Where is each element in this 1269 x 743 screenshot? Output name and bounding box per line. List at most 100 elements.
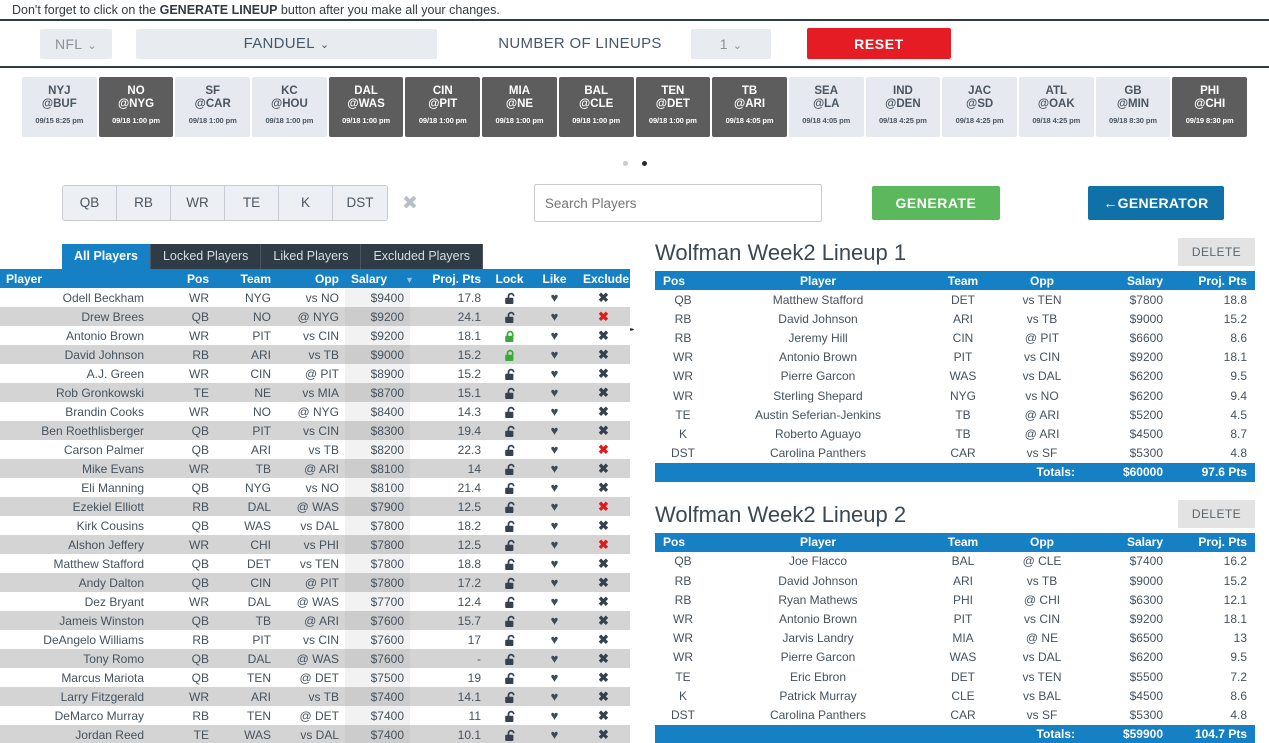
lock-icon[interactable] [503,424,517,437]
table-row[interactable]: David Johnson RB ARI vs TB $9000 15.2 ♥ ✖ [0,345,630,364]
cell-lock[interactable] [487,307,532,326]
generate-button[interactable]: GENERATE [871,186,1000,220]
lineup-count-select[interactable]: 1 ⌄ [691,28,771,59]
cell-lock[interactable] [487,421,532,440]
heart-icon[interactable]: ♥ [551,690,559,703]
tab-locked-players[interactable]: Locked Players [150,244,262,269]
close-icon[interactable]: ✖ [598,367,609,380]
cell-like[interactable]: ♥ [532,288,577,307]
cell-lock[interactable] [487,516,532,535]
cell-lock[interactable] [487,383,532,402]
game-tile[interactable]: GB @MIN 09/18 8:30 pm [1095,77,1171,137]
close-icon[interactable]: ✖ [598,519,609,532]
close-icon[interactable]: ✖ [598,595,609,608]
close-icon[interactable]: ✖ [598,728,609,741]
lock-icon[interactable] [503,405,517,418]
cell-exclude[interactable]: ✖ [577,497,630,516]
lock-icon[interactable] [503,500,517,513]
cell-exclude[interactable]: ✖ [577,383,630,402]
cell-like[interactable]: ♥ [532,402,577,421]
cell-exclude[interactable]: ✖ [577,402,630,421]
heart-icon[interactable]: ♥ [551,310,559,323]
heart-icon[interactable]: ♥ [551,424,559,437]
table-row[interactable]: Carson Palmer QB ARI vs TB $8200 22.3 ♥ ✖ [0,440,630,459]
position-filter-k[interactable]: K [279,186,333,220]
table-row[interactable]: Dez Bryant WR DAL @ WAS $7700 12.4 ♥ ✖ [0,592,630,611]
cell-like[interactable]: ♥ [532,649,577,668]
lock-icon[interactable] [503,443,517,456]
cell-exclude[interactable]: ✖ [577,516,630,535]
game-tile[interactable]: SF @CAR 09/18 1:00 pm [175,77,251,137]
heart-icon[interactable]: ♥ [551,481,559,494]
search-input[interactable] [533,184,822,222]
cell-exclude[interactable]: ✖ [577,554,630,573]
cell-exclude[interactable]: ✖ [577,725,630,743]
cell-lock[interactable] [487,364,532,383]
cell-lock[interactable] [487,478,532,497]
heart-icon[interactable]: ♥ [551,576,559,589]
table-row[interactable]: DeAngelo Williams RB PIT vs CIN $7600 17 ♥ ✖ [0,630,630,649]
heart-icon[interactable]: ♥ [551,462,559,475]
lock-icon[interactable] [503,576,517,589]
heart-icon[interactable]: ♥ [551,500,559,513]
game-tile[interactable]: MIA @NE 09/18 1:00 pm [482,77,557,137]
cell-lock[interactable] [487,345,532,364]
close-icon[interactable]: ✖ [598,690,609,703]
col-pos[interactable]: Pos [150,269,215,288]
cell-exclude[interactable]: ✖ [577,440,630,459]
cell-exclude[interactable]: ✖ [577,649,630,668]
cell-like[interactable]: ♥ [532,478,577,497]
heart-icon[interactable]: ♥ [551,405,559,418]
lock-icon[interactable] [503,386,517,399]
table-row[interactable]: Andy Dalton QB CIN @ PIT $7800 17.2 ♥ ✖ [0,573,630,592]
close-icon[interactable]: ✖ [598,462,609,475]
cell-like[interactable]: ♥ [532,573,577,592]
close-icon[interactable]: ✖ [598,329,609,342]
lock-icon[interactable] [503,348,517,361]
close-icon[interactable]: ✖ [598,348,609,361]
position-filter-te[interactable]: TE [225,186,279,220]
cell-lock[interactable] [487,459,532,478]
position-filter-rb[interactable]: RB [117,186,171,220]
cell-exclude[interactable]: ✖ [577,611,630,630]
cell-like[interactable]: ♥ [532,592,577,611]
position-filter-wr[interactable]: WR [171,186,225,220]
table-row[interactable]: Marcus Mariota QB TEN @ DET $7500 19 ♥ ✖ [0,668,630,687]
cell-lock[interactable] [487,649,532,668]
table-row[interactable]: Eli Manning QB NYG vs NO $8100 21.4 ♥ ✖ [0,478,630,497]
heart-icon[interactable]: ♥ [551,519,559,532]
cell-exclude[interactable]: ✖ [577,592,630,611]
cell-exclude[interactable]: ✖ [577,535,630,554]
cell-exclude[interactable]: ✖ [577,687,630,706]
close-icon[interactable]: ✖ [598,633,609,646]
col-like[interactable]: Like [532,269,577,288]
close-icon[interactable]: ✖ [598,671,609,684]
game-tile[interactable]: KC @HOU 09/18 1:00 pm [252,77,327,137]
cell-exclude[interactable]: ✖ [577,630,630,649]
cell-exclude[interactable]: ✖ [577,345,630,364]
table-row[interactable]: Brandin Cooks WR NO @ NYG $8400 14.3 ♥ ✖ [0,402,630,421]
delete-lineup-button[interactable]: DELETE [1177,238,1255,266]
cell-like[interactable]: ♥ [532,706,577,725]
table-row[interactable]: Larry Fitzgerald WR ARI vs TB $7400 14.1 ♥ ✖ [0,687,630,706]
table-row[interactable]: Mike Evans WR TB @ ARI $8100 14 ♥ ✖ [0,459,630,478]
cell-lock[interactable] [487,573,532,592]
close-icon[interactable]: ✖ [598,443,609,456]
table-row[interactable]: Rob Gronkowski TE NE vs MIA $8700 15.1 ♥ ✖ [0,383,630,402]
position-filter-dst[interactable]: DST [333,186,387,220]
cell-like[interactable]: ♥ [532,554,577,573]
cell-like[interactable]: ♥ [532,668,577,687]
table-row[interactable]: Tony Romo QB DAL @ WAS $7600- ♥ ✖ [0,649,630,668]
lock-icon[interactable] [503,690,517,703]
lock-icon[interactable] [503,310,517,323]
lock-icon[interactable] [503,709,517,722]
heart-icon[interactable]: ♥ [551,595,559,608]
game-tile[interactable]: BAL @CLE 09/18 1:00 pm [558,77,634,137]
heart-icon[interactable]: ♥ [551,329,559,342]
heart-icon[interactable]: ♥ [551,633,559,646]
game-tile[interactable]: CIN @PIT 09/18 1:00 pm [405,77,481,137]
heart-icon[interactable]: ♥ [551,367,559,380]
lock-icon[interactable] [503,519,517,532]
game-tile[interactable]: NYJ @BUF 09/15 8:25 pm [22,77,97,137]
table-row[interactable]: Drew Brees QB NO @ NYG $9200 24.1 ♥ ✖ [0,307,630,326]
